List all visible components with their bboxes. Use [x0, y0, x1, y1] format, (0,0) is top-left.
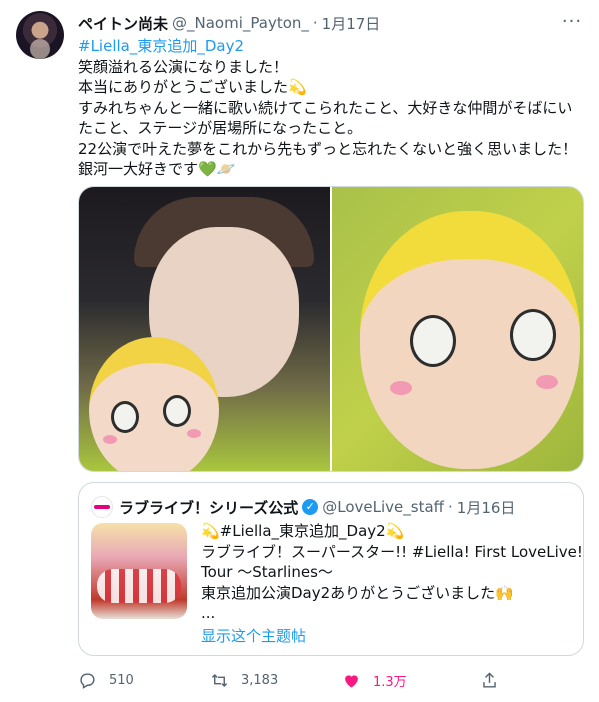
plush-eye — [410, 315, 456, 367]
show-thread-link[interactable]: 显示这个主题帖 — [201, 625, 306, 646]
tweet-actions: 510 3,183 1.3万 — [78, 666, 538, 694]
retweet-button[interactable]: 3,183 — [210, 671, 342, 690]
photo-selfie-with-plush[interactable] — [79, 187, 330, 471]
hashtag-link[interactable]: #Liella_東京追加_Day2 — [78, 36, 586, 57]
reply-count: 510 — [109, 672, 134, 688]
more-icon[interactable]: ··· — [561, 10, 583, 32]
quoted-author-name: ラブライブ！シリーズ公式 — [119, 498, 299, 517]
tweet-header: ペイトン尚未 @_Naomi_Payton_ · 1月17日 — [78, 12, 583, 34]
heart-icon — [345, 674, 358, 688]
like-button[interactable]: 1.3万 — [342, 671, 474, 690]
plush-toy-shape — [360, 211, 580, 469]
plush-eye — [510, 309, 556, 361]
tweet-line: 22公演で叶えた夢をこれから先もずっと忘れたくないと強く思いました！ — [78, 139, 578, 158]
tweet-line: 銀河一大好きです💚🪐 — [78, 160, 236, 178]
plush-cheek — [103, 435, 117, 444]
reply-button[interactable]: 510 — [78, 671, 210, 690]
quoted-author-handle: @LoveLive_staff — [322, 498, 444, 516]
plush-cheek — [187, 429, 201, 438]
quoted-tweet-header: ラブライブ！シリーズ公式 ✓ @LoveLive_staff · 1月16日 — [91, 496, 515, 518]
quoted-tweet[interactable]: ラブライブ！シリーズ公式 ✓ @LoveLive_staff · 1月16日 💫… — [78, 482, 584, 656]
quoted-line: 東京追加公演Day2ありがとうございました🙌 — [201, 583, 514, 602]
quoted-tweet-text: 💫#Liella_東京追加_Day2💫 ラブライブ！スーパースター!! #Lie… — [201, 521, 583, 624]
verified-icon: ✓ — [302, 499, 319, 515]
plush-cheek — [536, 375, 558, 389]
author-handle[interactable]: @_Naomi_Payton_ — [172, 14, 309, 32]
share-button[interactable] — [480, 671, 511, 690]
quoted-line: 💫#Liella_東京追加_Day2💫 — [201, 522, 405, 540]
reply-icon — [80, 672, 95, 689]
plush-toy-shape — [89, 337, 219, 471]
tweet-line: 本当にありがとうございました💫 — [78, 78, 307, 96]
separator-dot: · — [312, 14, 318, 32]
photo-plush-closeup[interactable] — [332, 187, 583, 471]
quoted-line: Tour 〜Starlines〜 — [201, 563, 333, 581]
like-count: 1.3万 — [373, 674, 407, 690]
quoted-tweet-thumbnail — [91, 523, 187, 619]
plush-cheek — [390, 381, 412, 395]
avatar[interactable] — [16, 11, 64, 59]
tweet-line: たこと、ステージが居場所になったこと。 — [78, 119, 363, 137]
quoted-line: ラブライブ！スーパースター!! #Liella! First LoveLive! — [201, 542, 583, 561]
tweet-line: すみれちゃんと一緒に歌い続けてこられたこと、大好きな仲間がそばにい — [78, 98, 573, 117]
lovelive-logo-icon — [91, 496, 113, 518]
share-icon — [483, 671, 496, 688]
tweet-date[interactable]: 1月17日 — [322, 13, 381, 34]
retweet-count: 3,183 — [241, 672, 279, 688]
plush-eye — [163, 395, 191, 427]
quoted-tweet-date: 1月16日 — [456, 498, 516, 517]
plush-eye — [111, 401, 139, 433]
retweet-icon — [211, 673, 228, 687]
media-grid — [78, 186, 584, 472]
tweet-text: #Liella_東京追加_Day2 笑顔溢れる公演になりました！ 本当にありがと… — [78, 36, 586, 180]
separator-dot: · — [448, 498, 453, 516]
tweet-line: 笑顔溢れる公演になりました！ — [78, 57, 289, 76]
author-name[interactable]: ペイトン尚未 — [78, 13, 168, 34]
tweet[interactable]: ペイトン尚未 @_Naomi_Payton_ · 1月17日 ··· #Liel… — [0, 0, 599, 702]
quoted-line: ... — [201, 604, 216, 622]
